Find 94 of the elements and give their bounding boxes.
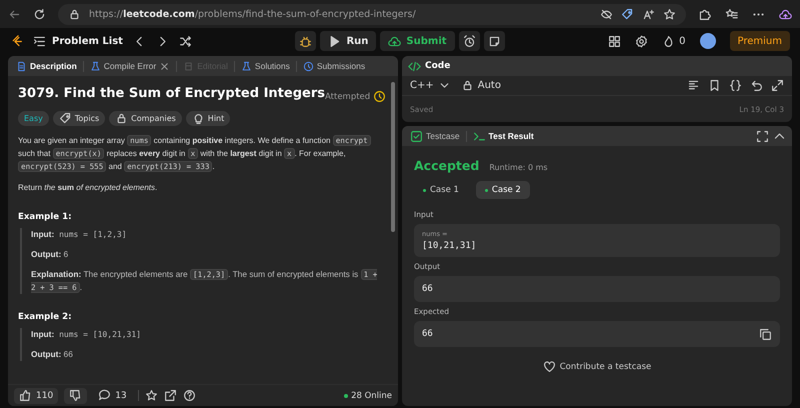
tab-icon [183,60,194,72]
problem-title: 3079. Find the Sum of Encrypted Integers [18,86,325,101]
bookmark-icon[interactable] [708,79,721,92]
example-line: Input: nums = [1,2,3] [31,228,128,241]
grid-icon[interactable] [608,34,622,48]
address-bar[interactable]: https://leetcode.com/problems/find-the-sum-of-encrypted-integers/ [58,4,686,24]
back-icon[interactable] [8,8,21,20]
panel-tab[interactable]: Submissions [300,60,368,72]
language-dropdown[interactable]: C++ [410,79,451,92]
scrollbar[interactable] [391,82,395,232]
panel-tab[interactable]: Solutions [238,60,292,72]
settings-icon[interactable] [635,34,648,48]
panel-tab[interactable]: Testcase [408,130,462,142]
tag-button[interactable]: Hint [186,111,230,126]
case-tab[interactable]: Case 1 [414,181,468,199]
case-tab[interactable]: Case 2 [476,181,530,199]
url-text: https://leetcode.com/problems/find-the-sum-of-encrypted-integers/ [89,8,416,20]
panel-title: Code [425,61,450,71]
problem-list-link[interactable]: Problem List [52,36,123,46]
example-heading: Example 2: [18,312,73,322]
note-icon [488,34,501,48]
braces-icon[interactable] [729,79,742,92]
cloud-upload-icon [388,34,402,48]
output-value: 66 [422,284,433,294]
description-paragraph: Return the sum of encrypted elements. [18,182,158,194]
extension-icon[interactable] [698,8,711,20]
premium-button[interactable]: Premium [730,31,790,51]
copy-icon[interactable] [759,328,772,340]
comments-button[interactable]: 13 [93,388,132,404]
online-count: 28 Online [351,390,392,400]
expand-icon[interactable] [771,79,784,92]
expected-value: 66 [422,329,433,339]
dislike-button[interactable] [64,388,88,404]
eye-slash-icon[interactable] [600,8,613,20]
attempted-icon [373,90,386,103]
thumbs-up-icon [19,389,32,402]
tag-icon [58,112,72,125]
comment-icon [98,389,112,402]
play-icon [328,34,342,48]
tag-button[interactable]: Companies [109,111,182,126]
heart-icon [542,360,556,373]
example-line: Output: 66 [31,348,74,361]
example-heading: Example 1: [18,212,73,222]
code-icon [408,60,421,72]
tab-icon [240,60,252,72]
thumbs-down-icon [69,389,82,402]
favorites-icon[interactable] [725,8,738,20]
tab-icon [472,130,486,142]
timer-button[interactable] [458,31,480,51]
reload-icon[interactable] [33,8,46,20]
debug-button[interactable] [295,31,316,51]
logo-icon[interactable] [10,34,23,48]
tab-icon [410,130,423,142]
contribute-link[interactable]: Contribute a testcase [536,359,658,374]
like-button[interactable]: 110 [14,388,58,404]
online-dot [344,394,348,398]
list-icon [33,34,46,48]
mode-selector[interactable]: Auto [460,79,501,92]
tab-icon [16,60,27,72]
reset-icon[interactable] [750,79,763,92]
read-aloud-icon[interactable] [642,8,655,20]
input-value: [10,21,31] [422,241,478,251]
verdict: Accepted [414,158,480,173]
streak-counter[interactable]: 0 [662,34,686,48]
close-icon [159,60,170,72]
share-icon[interactable] [164,389,177,402]
help-icon[interactable] [182,389,196,402]
format-icon[interactable] [687,79,700,92]
shuffle-icon[interactable] [178,34,192,48]
avatar[interactable] [700,33,716,49]
panel-tab[interactable]: Test Result [470,130,536,142]
tag-button[interactable]: Topics [52,111,106,126]
panel-tab[interactable]: Compile Error [88,60,172,72]
panel-tab[interactable]: Description [14,60,79,72]
lock-icon [460,79,474,92]
tag-icon[interactable] [621,8,634,20]
status-label: Attempted [324,92,370,102]
difficulty-button[interactable]: Easy [18,111,49,126]
runtime: Runtime: 0 ms [489,163,548,172]
star-icon[interactable] [663,8,676,20]
run-button[interactable]: Run [320,31,376,51]
tab-icon [90,60,101,72]
notes-button[interactable] [484,31,505,51]
fullscreen-icon[interactable] [756,130,769,142]
example-line: Output: 6 [31,248,70,261]
submit-button[interactable]: Submit [380,31,455,51]
lock-icon [68,8,81,20]
lock-icon [115,112,128,125]
example-line: Input: nums = [10,21,31] [31,328,142,341]
star-icon[interactable] [144,389,158,402]
alarm-clock-icon [462,34,476,48]
lightbulb-icon [192,112,205,125]
bug-icon [299,34,312,48]
tab-icon [302,60,314,72]
